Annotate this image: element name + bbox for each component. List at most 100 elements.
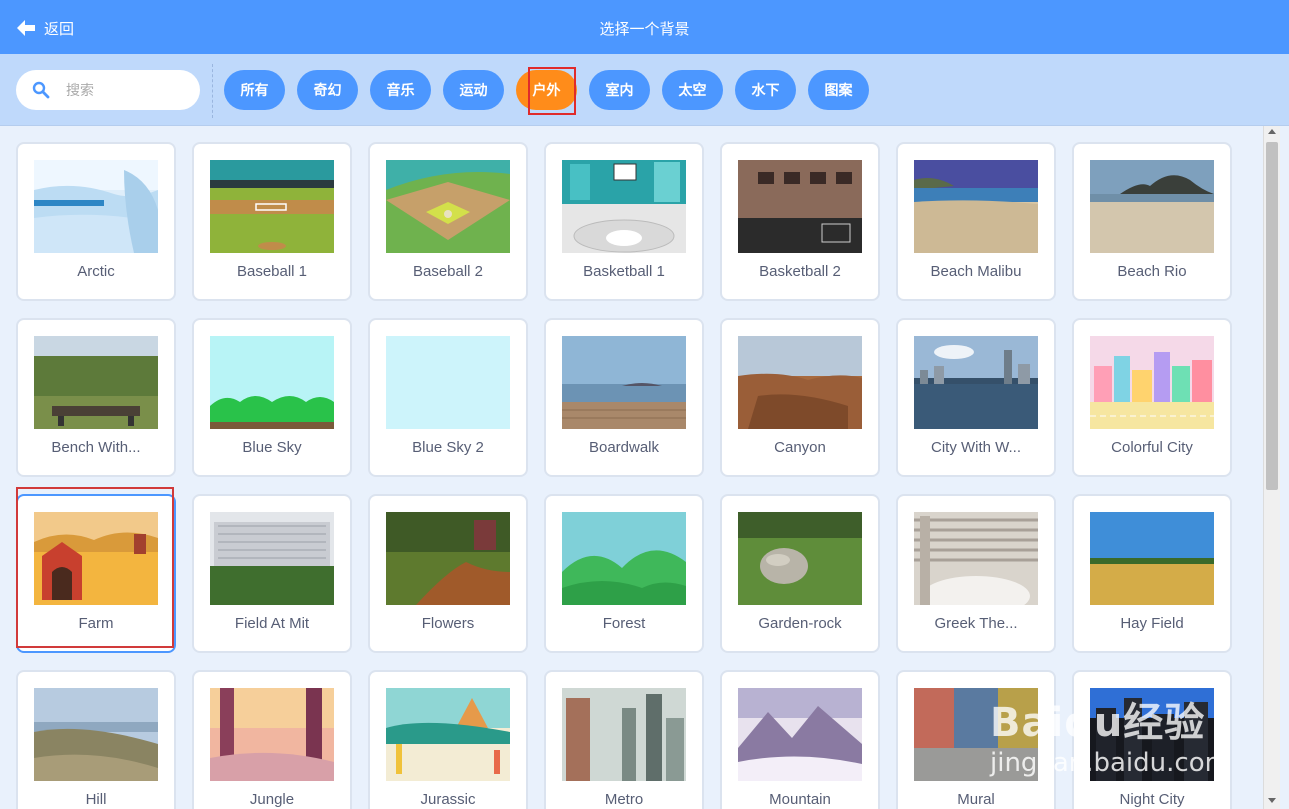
tag-fantasy[interactable]: 奇幻	[297, 70, 358, 110]
header-bar: 返回 选择一个背景	[0, 0, 1289, 54]
backdrop-name: Blue Sky 2	[412, 439, 484, 456]
tag-music[interactable]: 音乐	[370, 70, 431, 110]
backdrop-card-farm[interactable]: Farm	[16, 494, 176, 653]
backdrop-thumbnail	[210, 160, 334, 253]
backdrop-card-blue-sky[interactable]: Blue Sky	[192, 318, 352, 477]
backdrop-card-metro[interactable]: Metro	[544, 670, 704, 809]
backdrop-card-beach-rio[interactable]: Beach Rio	[1072, 142, 1232, 301]
backdrop-name: Greek The...	[934, 615, 1018, 632]
backdrop-card-boardwalk[interactable]: Boardwalk	[544, 318, 704, 477]
scroll-down-arrow-icon[interactable]	[1268, 798, 1276, 803]
backdrop-card-hay-field[interactable]: Hay Field	[1072, 494, 1232, 653]
backdrop-card-basketball-2[interactable]: Basketball 2	[720, 142, 880, 301]
backdrop-name: Mountain	[769, 791, 831, 808]
backdrop-card-jungle[interactable]: Jungle	[192, 670, 352, 809]
search-input[interactable]	[66, 82, 186, 98]
backdrop-name: Basketball 1	[583, 263, 665, 280]
tag-all[interactable]: 所有	[224, 70, 285, 110]
backdrop-card-greek-theater[interactable]: Greek The...	[896, 494, 1056, 653]
backdrop-thumbnail	[562, 688, 686, 781]
backdrop-thumbnail	[914, 512, 1038, 605]
backdrop-name: Beach Malibu	[930, 263, 1022, 280]
backdrop-card-garden-rock[interactable]: Garden-rock	[720, 494, 880, 653]
backdrop-name: Hill	[85, 791, 107, 808]
backdrop-card-bench-with-view[interactable]: Bench With...	[16, 318, 176, 477]
backdrop-card-blue-sky-2[interactable]: Blue Sky 2	[368, 318, 528, 477]
tag-sports[interactable]: 运动	[443, 70, 504, 110]
backdrop-card-forest[interactable]: Forest	[544, 494, 704, 653]
search-box[interactable]	[16, 70, 200, 110]
backdrop-thumbnail	[210, 688, 334, 781]
category-tags: 所有 奇幻 音乐 运动 户外 室内 太空 水下 图案	[224, 67, 869, 115]
backdrop-name: Forest	[602, 615, 646, 632]
backdrop-name: Colorful City	[1111, 439, 1193, 456]
backdrop-grid: Arctic Baseball 1 Baseball 2 Basketball …	[16, 142, 1266, 809]
vertical-scrollbar[interactable]	[1263, 126, 1280, 809]
backdrop-name: Baseball 2	[412, 263, 484, 280]
backdrop-card-city-with-water[interactable]: City With W...	[896, 318, 1056, 477]
backdrop-thumbnail	[562, 160, 686, 253]
backdrop-card-jurassic[interactable]: Jurassic	[368, 670, 528, 809]
backdrop-thumbnail	[738, 160, 862, 253]
backdrop-name: Mural	[957, 791, 995, 808]
page-title: 选择一个背景	[599, 21, 690, 38]
backdrop-thumbnail	[1090, 160, 1214, 253]
backdrop-thumbnail	[210, 336, 334, 429]
backdrop-thumbnail	[1090, 688, 1214, 781]
backdrop-name: Basketball 2	[759, 263, 841, 280]
backdrop-thumbnail	[738, 336, 862, 429]
backdrop-card-mountain[interactable]: Mountain	[720, 670, 880, 809]
search-icon	[32, 81, 50, 99]
scrollbar-thumb[interactable]	[1266, 142, 1278, 490]
backdrop-name: Beach Rio	[1117, 263, 1187, 280]
tag-underwater[interactable]: 水下	[735, 70, 796, 110]
backdrop-thumbnail	[562, 512, 686, 605]
backdrop-card-canyon[interactable]: Canyon	[720, 318, 880, 477]
tag-outdoors[interactable]: 户外	[516, 67, 577, 115]
backdrop-card-baseball-1[interactable]: Baseball 1	[192, 142, 352, 301]
backdrop-thumbnail	[34, 336, 158, 429]
backdrop-thumbnail	[386, 688, 510, 781]
tag-patterns[interactable]: 图案	[808, 70, 869, 110]
backdrop-thumbnail	[34, 160, 158, 253]
backdrop-name: Hay Field	[1120, 615, 1184, 632]
backdrop-card-night-city[interactable]: Night City	[1072, 670, 1232, 809]
backdrop-card-field-at-mit[interactable]: Field At Mit	[192, 494, 352, 653]
backdrop-name: Jurassic	[420, 791, 476, 808]
backdrop-name: Night City	[1119, 791, 1185, 808]
backdrop-thumbnail	[386, 160, 510, 253]
tag-indoors[interactable]: 室内	[589, 70, 650, 110]
backdrop-card-colorful-city[interactable]: Colorful City	[1072, 318, 1232, 477]
backdrop-card-hill[interactable]: Hill	[16, 670, 176, 809]
backdrop-name: City With W...	[931, 439, 1021, 456]
backdrop-name: Bench With...	[51, 439, 141, 456]
backdrop-thumbnail	[738, 512, 862, 605]
backdrop-card-flowers[interactable]: Flowers	[368, 494, 528, 653]
backdrop-thumbnail	[914, 160, 1038, 253]
backdrop-card-mural[interactable]: Mural	[896, 670, 1056, 809]
backdrop-name: Blue Sky	[242, 439, 302, 456]
backdrop-card-basketball-1[interactable]: Basketball 1	[544, 142, 704, 301]
backdrop-card-baseball-2[interactable]: Baseball 2	[368, 142, 528, 301]
backdrop-thumbnail	[210, 512, 334, 605]
backdrop-thumbnail	[1090, 336, 1214, 429]
backdrop-card-arctic[interactable]: Arctic	[16, 142, 176, 301]
backdrop-name: Metro	[604, 791, 644, 808]
backdrop-name: Boardwalk	[588, 439, 660, 456]
filter-bar: 所有 奇幻 音乐 运动 户外 室内 太空 水下 图案	[0, 54, 1289, 126]
filter-divider	[212, 64, 213, 118]
backdrop-name: Arctic	[77, 263, 115, 280]
backdrop-thumbnail	[914, 688, 1038, 781]
backdrop-card-beach-malibu[interactable]: Beach Malibu	[896, 142, 1056, 301]
backdrop-thumbnail	[34, 688, 158, 781]
backdrop-name: Baseball 1	[236, 263, 308, 280]
tag-space[interactable]: 太空	[662, 70, 723, 110]
scroll-up-arrow-icon[interactable]	[1268, 129, 1276, 134]
backdrop-thumbnail	[562, 336, 686, 429]
backdrop-thumbnail	[1090, 512, 1214, 605]
backdrop-name: Jungle	[249, 791, 295, 808]
backdrop-name: Garden-rock	[758, 615, 842, 632]
backdrop-name: Flowers	[421, 615, 475, 632]
backdrop-thumbnail	[914, 336, 1038, 429]
backdrop-thumbnail	[34, 512, 158, 605]
